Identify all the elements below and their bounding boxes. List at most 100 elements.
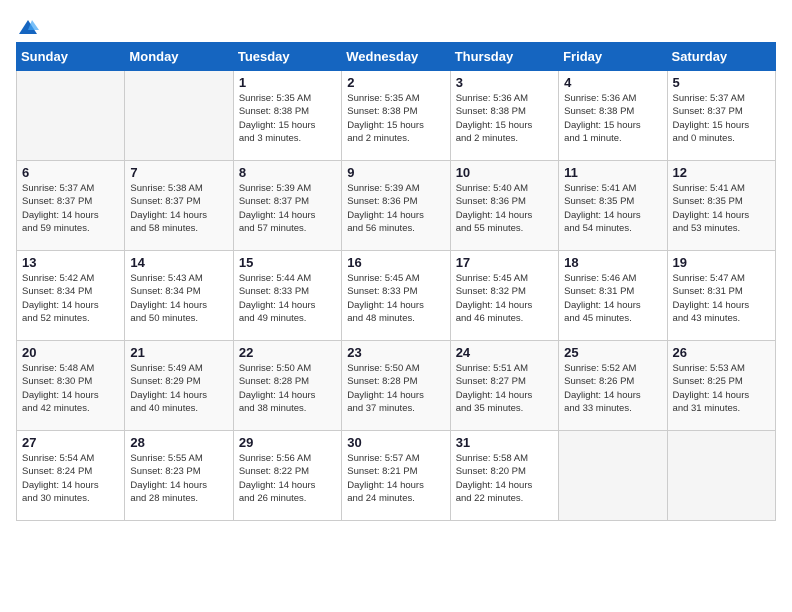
day-number: 27 xyxy=(22,435,119,450)
day-number: 2 xyxy=(347,75,444,90)
day-info: Sunrise: 5:35 AM Sunset: 8:38 PM Dayligh… xyxy=(347,92,444,145)
day-number: 23 xyxy=(347,345,444,360)
day-cell: 20 Sunrise: 5:48 AM Sunset: 8:30 PM Dayli… xyxy=(17,341,125,431)
day-info: Sunrise: 5:54 AM Sunset: 8:24 PM Dayligh… xyxy=(22,452,119,505)
day-number: 14 xyxy=(130,255,227,270)
day-cell: 14 Sunrise: 5:43 AM Sunset: 8:34 PM Dayli… xyxy=(125,251,233,341)
day-info: Sunrise: 5:44 AM Sunset: 8:33 PM Dayligh… xyxy=(239,272,336,325)
day-info: Sunrise: 5:37 AM Sunset: 8:37 PM Dayligh… xyxy=(673,92,770,145)
day-info: Sunrise: 5:36 AM Sunset: 8:38 PM Dayligh… xyxy=(456,92,553,145)
day-cell: 31 Sunrise: 5:58 AM Sunset: 8:20 PM Dayli… xyxy=(450,431,558,521)
day-info: Sunrise: 5:50 AM Sunset: 8:28 PM Dayligh… xyxy=(347,362,444,415)
day-number: 21 xyxy=(130,345,227,360)
day-number: 5 xyxy=(673,75,770,90)
day-info: Sunrise: 5:49 AM Sunset: 8:29 PM Dayligh… xyxy=(130,362,227,415)
day-number: 18 xyxy=(564,255,661,270)
day-cell: 25 Sunrise: 5:52 AM Sunset: 8:26 PM Dayli… xyxy=(559,341,667,431)
day-number: 6 xyxy=(22,165,119,180)
day-cell: 18 Sunrise: 5:46 AM Sunset: 8:31 PM Dayli… xyxy=(559,251,667,341)
day-info: Sunrise: 5:52 AM Sunset: 8:26 PM Dayligh… xyxy=(564,362,661,415)
day-number: 4 xyxy=(564,75,661,90)
day-number: 10 xyxy=(456,165,553,180)
day-info: Sunrise: 5:58 AM Sunset: 8:20 PM Dayligh… xyxy=(456,452,553,505)
day-info: Sunrise: 5:47 AM Sunset: 8:31 PM Dayligh… xyxy=(673,272,770,325)
day-cell xyxy=(17,71,125,161)
header-row: SundayMondayTuesdayWednesdayThursdayFrid… xyxy=(17,43,776,71)
header-cell-friday: Friday xyxy=(559,43,667,71)
day-info: Sunrise: 5:41 AM Sunset: 8:35 PM Dayligh… xyxy=(564,182,661,235)
day-number: 31 xyxy=(456,435,553,450)
day-number: 7 xyxy=(130,165,227,180)
day-info: Sunrise: 5:51 AM Sunset: 8:27 PM Dayligh… xyxy=(456,362,553,415)
day-cell: 28 Sunrise: 5:55 AM Sunset: 8:23 PM Dayli… xyxy=(125,431,233,521)
logo-icon xyxy=(17,16,39,38)
day-number: 20 xyxy=(22,345,119,360)
header-cell-sunday: Sunday xyxy=(17,43,125,71)
day-cell: 13 Sunrise: 5:42 AM Sunset: 8:34 PM Dayli… xyxy=(17,251,125,341)
day-info: Sunrise: 5:36 AM Sunset: 8:38 PM Dayligh… xyxy=(564,92,661,145)
day-number: 30 xyxy=(347,435,444,450)
day-number: 15 xyxy=(239,255,336,270)
day-cell: 7 Sunrise: 5:38 AM Sunset: 8:37 PM Daylig… xyxy=(125,161,233,251)
day-info: Sunrise: 5:45 AM Sunset: 8:33 PM Dayligh… xyxy=(347,272,444,325)
day-info: Sunrise: 5:38 AM Sunset: 8:37 PM Dayligh… xyxy=(130,182,227,235)
day-info: Sunrise: 5:42 AM Sunset: 8:34 PM Dayligh… xyxy=(22,272,119,325)
header-cell-thursday: Thursday xyxy=(450,43,558,71)
day-cell: 30Sunrise: 5:57 AM Sunset: 8:21 PM Dayli… xyxy=(342,431,450,521)
day-info: Sunrise: 5:35 AM Sunset: 8:38 PM Dayligh… xyxy=(239,92,336,145)
header-cell-monday: Monday xyxy=(125,43,233,71)
day-cell xyxy=(125,71,233,161)
day-info: Sunrise: 5:39 AM Sunset: 8:37 PM Dayligh… xyxy=(239,182,336,235)
day-number: 16 xyxy=(347,255,444,270)
day-info: Sunrise: 5:53 AM Sunset: 8:25 PM Dayligh… xyxy=(673,362,770,415)
day-cell: 12 Sunrise: 5:41 AM Sunset: 8:35 PM Dayli… xyxy=(667,161,775,251)
day-cell: 4 Sunrise: 5:36 AM Sunset: 8:38 PM Daylig… xyxy=(559,71,667,161)
day-cell: 19 Sunrise: 5:47 AM Sunset: 8:31 PM Dayli… xyxy=(667,251,775,341)
day-cell: 2 Sunrise: 5:35 AM Sunset: 8:38 PM Daylig… xyxy=(342,71,450,161)
day-cell: 26 Sunrise: 5:53 AM Sunset: 8:25 PM Dayli… xyxy=(667,341,775,431)
day-cell: 9Sunrise: 5:39 AM Sunset: 8:36 PM Daylig… xyxy=(342,161,450,251)
day-info: Sunrise: 5:48 AM Sunset: 8:30 PM Dayligh… xyxy=(22,362,119,415)
day-number: 3 xyxy=(456,75,553,90)
page-header xyxy=(16,16,776,34)
day-info: Sunrise: 5:43 AM Sunset: 8:34 PM Dayligh… xyxy=(130,272,227,325)
day-info: Sunrise: 5:55 AM Sunset: 8:23 PM Dayligh… xyxy=(130,452,227,505)
day-cell: 15 Sunrise: 5:44 AM Sunset: 8:33 PM Dayli… xyxy=(233,251,341,341)
day-cell: 27 Sunrise: 5:54 AM Sunset: 8:24 PM Dayli… xyxy=(17,431,125,521)
day-info: Sunrise: 5:37 AM Sunset: 8:37 PM Dayligh… xyxy=(22,182,119,235)
day-cell: 17Sunrise: 5:45 AM Sunset: 8:32 PM Dayli… xyxy=(450,251,558,341)
day-number: 19 xyxy=(673,255,770,270)
day-number: 12 xyxy=(673,165,770,180)
day-number: 8 xyxy=(239,165,336,180)
day-cell xyxy=(559,431,667,521)
calendar-table: SundayMondayTuesdayWednesdayThursdayFrid… xyxy=(16,42,776,521)
logo xyxy=(16,16,39,34)
week-row-2: 6 Sunrise: 5:37 AM Sunset: 8:37 PM Daylig… xyxy=(17,161,776,251)
day-cell: 21 Sunrise: 5:49 AM Sunset: 8:29 PM Dayli… xyxy=(125,341,233,431)
day-cell: 22Sunrise: 5:50 AM Sunset: 8:28 PM Dayli… xyxy=(233,341,341,431)
day-cell: 3 Sunrise: 5:36 AM Sunset: 8:38 PM Daylig… xyxy=(450,71,558,161)
day-cell xyxy=(667,431,775,521)
week-row-1: 1 Sunrise: 5:35 AM Sunset: 8:38 PM Daylig… xyxy=(17,71,776,161)
day-cell: 24Sunrise: 5:51 AM Sunset: 8:27 PM Dayli… xyxy=(450,341,558,431)
day-number: 25 xyxy=(564,345,661,360)
day-number: 22 xyxy=(239,345,336,360)
day-cell: 11 Sunrise: 5:41 AM Sunset: 8:35 PM Dayli… xyxy=(559,161,667,251)
day-number: 11 xyxy=(564,165,661,180)
week-row-5: 27 Sunrise: 5:54 AM Sunset: 8:24 PM Dayli… xyxy=(17,431,776,521)
day-number: 26 xyxy=(673,345,770,360)
day-info: Sunrise: 5:41 AM Sunset: 8:35 PM Dayligh… xyxy=(673,182,770,235)
day-cell: 5 Sunrise: 5:37 AM Sunset: 8:37 PM Daylig… xyxy=(667,71,775,161)
day-cell: 29Sunrise: 5:56 AM Sunset: 8:22 PM Dayli… xyxy=(233,431,341,521)
day-number: 28 xyxy=(130,435,227,450)
header-cell-tuesday: Tuesday xyxy=(233,43,341,71)
day-cell: 8 Sunrise: 5:39 AM Sunset: 8:37 PM Daylig… xyxy=(233,161,341,251)
day-cell: 1 Sunrise: 5:35 AM Sunset: 8:38 PM Daylig… xyxy=(233,71,341,161)
header-cell-wednesday: Wednesday xyxy=(342,43,450,71)
day-number: 1 xyxy=(239,75,336,90)
day-info: Sunrise: 5:46 AM Sunset: 8:31 PM Dayligh… xyxy=(564,272,661,325)
week-row-4: 20 Sunrise: 5:48 AM Sunset: 8:30 PM Dayli… xyxy=(17,341,776,431)
day-cell: 23 Sunrise: 5:50 AM Sunset: 8:28 PM Dayli… xyxy=(342,341,450,431)
day-info: Sunrise: 5:39 AM Sunset: 8:36 PM Dayligh… xyxy=(347,182,444,235)
day-number: 13 xyxy=(22,255,119,270)
